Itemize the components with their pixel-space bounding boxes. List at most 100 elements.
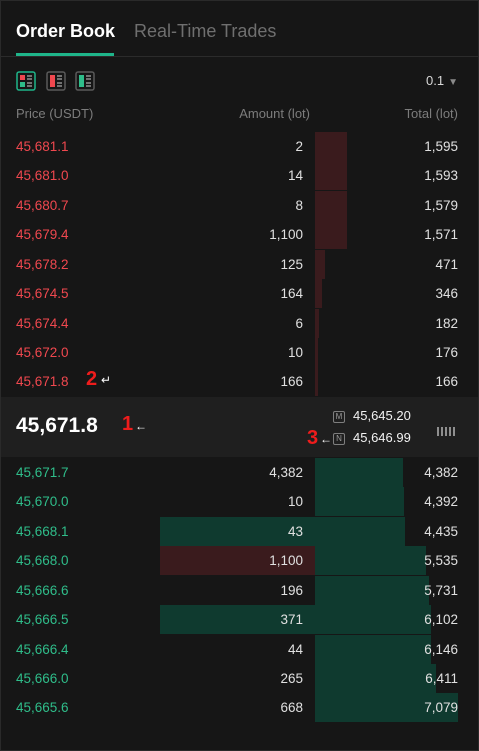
ask-price: 45,671.8 bbox=[16, 374, 69, 389]
left-arrow-icon: ← bbox=[135, 419, 147, 433]
mark-price: 45,645.20 bbox=[353, 408, 411, 423]
ask-total: 1,595 bbox=[424, 139, 458, 154]
depth-bar bbox=[315, 309, 319, 338]
depth-bar bbox=[315, 338, 318, 367]
bid-total: 4,392 bbox=[424, 494, 458, 509]
ask-price: 45,672.0 bbox=[16, 345, 69, 360]
ask-row[interactable]: 45,681.1 2 1,595 bbox=[1, 132, 478, 161]
tab-real-time-trades[interactable]: Real-Time Trades bbox=[134, 21, 276, 42]
depth-bar bbox=[315, 250, 325, 279]
depth-bar bbox=[315, 664, 436, 693]
ask-amount: 166 bbox=[280, 374, 303, 389]
ask-price: 45,681.1 bbox=[16, 139, 69, 154]
return-arrow-icon: ↵ bbox=[101, 373, 112, 387]
bid-price: 45,666.6 bbox=[16, 583, 69, 598]
tab-bar: Order Book Real-Time Trades bbox=[1, 1, 478, 57]
bid-row[interactable]: 45,670.0 10 4,392 bbox=[1, 487, 478, 516]
ask-total: 1,571 bbox=[424, 227, 458, 242]
depth-bar bbox=[315, 191, 347, 220]
ask-row[interactable]: 45,681.0 14 1,593 bbox=[1, 161, 478, 190]
bid-total: 4,435 bbox=[424, 524, 458, 539]
bid-total: 6,411 bbox=[425, 671, 458, 686]
bid-row[interactable]: 45,665.6 668 7,079 bbox=[1, 693, 478, 722]
ask-amount: 164 bbox=[280, 286, 303, 301]
bid-price: 45,671.7 bbox=[16, 465, 69, 480]
left-arrow-icon: ← bbox=[320, 432, 332, 446]
bid-row[interactable]: 45,668.0 1,100 5,535 bbox=[1, 546, 478, 575]
bid-total: 5,535 bbox=[424, 553, 458, 568]
depth-bar bbox=[315, 635, 431, 664]
bid-row[interactable]: 45,666.4 44 6,146 bbox=[1, 635, 478, 664]
bid-row[interactable]: 45,668.1 43 4,435 bbox=[1, 517, 478, 546]
header-amount: Amount (lot) bbox=[239, 106, 310, 121]
column-headers: Price (USDT) Amount (lot) Total (lot) bbox=[1, 106, 478, 126]
ask-amount: 8 bbox=[295, 198, 303, 213]
depth-bar bbox=[315, 487, 404, 516]
index-price-badge: N bbox=[333, 433, 345, 445]
ask-amount: 14 bbox=[287, 168, 303, 183]
ask-price: 45,674.5 bbox=[16, 286, 69, 301]
order-book-toolbar: 0.1 ▼ bbox=[1, 63, 478, 99]
precision-dropdown[interactable]: 0.1 ▼ bbox=[426, 73, 458, 88]
order-book-panel: Order Book Real-Time Trades 0.1 ▼ Price … bbox=[0, 0, 479, 751]
bid-total: 6,146 bbox=[424, 642, 458, 657]
bid-total: 4,382 bbox=[424, 465, 458, 480]
depth-bar bbox=[315, 220, 347, 249]
ask-amount: 1,100 bbox=[269, 227, 303, 242]
last-price: 45,671.8 bbox=[16, 414, 98, 437]
ask-total: 346 bbox=[435, 286, 458, 301]
annotation-marker-2: 2 bbox=[86, 368, 98, 390]
bid-amount: 371 bbox=[280, 612, 303, 627]
ask-total: 176 bbox=[435, 345, 458, 360]
ask-price: 45,681.0 bbox=[16, 168, 69, 183]
depth-bar bbox=[315, 458, 403, 487]
bid-amount: 4,382 bbox=[269, 465, 303, 480]
bid-row[interactable]: 45,666.6 196 5,731 bbox=[1, 576, 478, 605]
header-total: Total (lot) bbox=[404, 106, 458, 121]
tab-order-book[interactable]: Order Book bbox=[16, 21, 115, 42]
active-tab-indicator bbox=[16, 53, 114, 56]
more-depth-icon[interactable] bbox=[437, 423, 457, 441]
ask-total: 1,593 bbox=[424, 168, 458, 183]
order-book-bids-icon[interactable] bbox=[75, 71, 95, 91]
ask-price: 45,679.4 bbox=[16, 227, 69, 242]
depth-bar bbox=[315, 367, 318, 396]
index-price-row[interactable]: N 45,646.99 bbox=[333, 430, 411, 445]
bid-price: 45,665.6 bbox=[16, 700, 69, 715]
ask-row[interactable]: 45,680.7 8 1,579 bbox=[1, 191, 478, 220]
index-price: 45,646.99 bbox=[353, 430, 411, 445]
ask-row[interactable]: 45,671.8 166 166 2 ↵ bbox=[1, 367, 478, 396]
ask-total: 182 bbox=[435, 316, 458, 331]
bid-price: 45,666.0 bbox=[16, 671, 69, 686]
bid-amount: 10 bbox=[287, 494, 303, 509]
bid-amount: 265 bbox=[280, 671, 303, 686]
bid-price: 45,670.0 bbox=[16, 494, 69, 509]
bid-price: 45,668.1 bbox=[16, 524, 69, 539]
bid-price: 45,668.0 bbox=[16, 553, 69, 568]
ask-total: 471 bbox=[435, 257, 458, 272]
bid-total: 5,731 bbox=[424, 583, 458, 598]
header-price: Price (USDT) bbox=[16, 106, 94, 121]
bid-total: 7,079 bbox=[424, 700, 458, 715]
ask-amount: 6 bbox=[295, 316, 303, 331]
bid-price: 45,666.4 bbox=[16, 642, 69, 657]
ask-amount: 10 bbox=[287, 345, 303, 360]
bid-row[interactable]: 45,666.5 371 6,102 bbox=[1, 605, 478, 634]
depth-bar bbox=[315, 161, 347, 190]
annotation-marker-1: 1 bbox=[122, 413, 134, 435]
ask-row[interactable]: 45,672.0 10 176 bbox=[1, 338, 478, 367]
ask-row[interactable]: 45,674.5 164 346 bbox=[1, 279, 478, 308]
ask-row[interactable]: 45,674.4 6 182 bbox=[1, 309, 478, 338]
ask-row[interactable]: 45,679.4 1,100 1,571 bbox=[1, 220, 478, 249]
order-book-asks-icon[interactable] bbox=[46, 71, 66, 91]
bid-row[interactable]: 45,671.7 4,382 4,382 bbox=[1, 458, 478, 487]
bid-amount: 668 bbox=[280, 700, 303, 715]
chevron-down-icon: ▼ bbox=[448, 77, 458, 88]
bid-row[interactable]: 45,666.0 265 6,411 bbox=[1, 664, 478, 693]
ask-row[interactable]: 45,678.2 125 471 bbox=[1, 250, 478, 279]
precision-value: 0.1 bbox=[426, 73, 445, 88]
mark-price-row[interactable]: M 45,645.20 bbox=[333, 408, 411, 423]
order-book-both-icon[interactable] bbox=[16, 71, 36, 91]
depth-bar bbox=[160, 517, 405, 546]
ask-price: 45,674.4 bbox=[16, 316, 69, 331]
